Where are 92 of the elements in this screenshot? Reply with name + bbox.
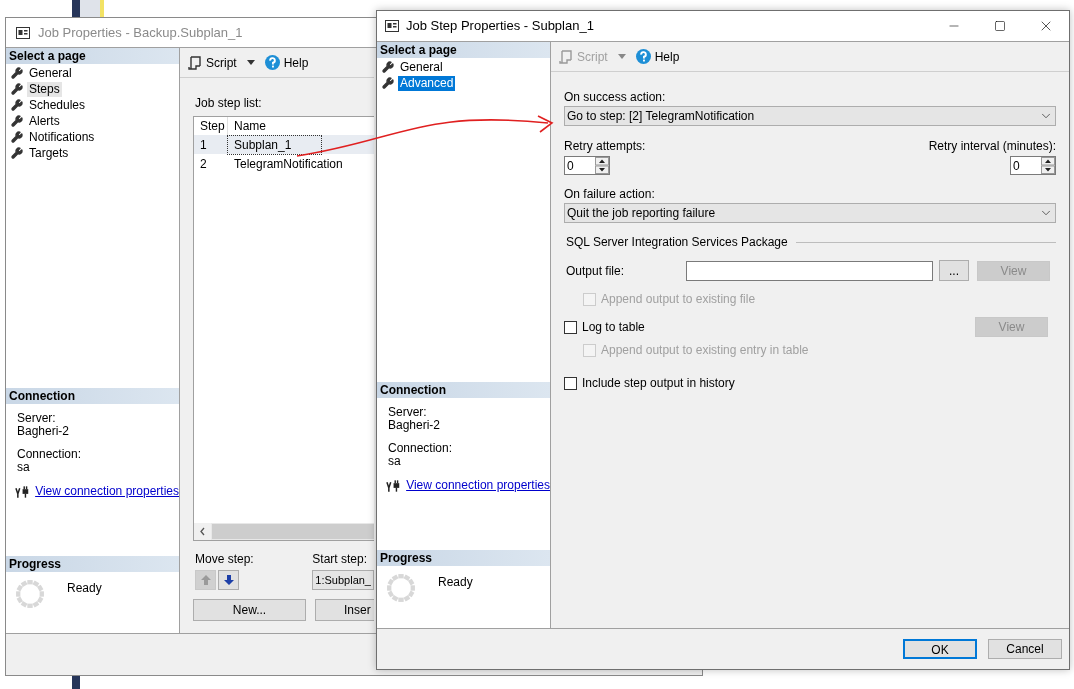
spin-arrows-icon[interactable] <box>595 157 609 174</box>
retry-interval-spinner[interactable]: 0 <box>1010 156 1056 175</box>
ok-button[interactable]: OK <box>903 639 977 659</box>
progress-spinner-icon <box>15 579 45 609</box>
connection-properties-link[interactable]: View connection properties <box>35 485 179 498</box>
connection-label: Connection: <box>388 442 454 455</box>
wrench-icon <box>11 99 23 111</box>
step-row[interactable]: 1 Subplan_1 <box>194 135 374 154</box>
wrench-icon <box>11 115 23 127</box>
page-item[interactable]: Schedules <box>27 97 88 113</box>
failure-action-label: On failure action: <box>564 186 656 203</box>
connection-user: sa <box>17 461 31 474</box>
server-label: Server: <box>17 412 57 425</box>
server-label: Server: <box>388 406 428 419</box>
plug-icon <box>15 485 31 498</box>
section-header: Select a page <box>377 42 550 58</box>
wrench-icon <box>11 83 23 95</box>
spin-arrows-icon[interactable] <box>1041 157 1055 174</box>
step-row[interactable]: 2 TelegramNotification <box>194 154 374 173</box>
section-header: Select a page <box>6 48 179 64</box>
move-down-button[interactable] <box>218 570 239 590</box>
wrench-icon <box>11 67 23 79</box>
connection-user: sa <box>388 455 402 468</box>
progress-status: Ready <box>438 574 473 591</box>
taskbar-edge-drawing <box>72 676 80 689</box>
output-file-label: Output file: <box>565 262 626 280</box>
section-header: Connection <box>6 388 179 404</box>
move-step-label: Move step: <box>195 552 254 566</box>
script-button[interactable]: Script <box>188 53 237 72</box>
page-item[interactable]: General <box>398 59 445 75</box>
page-item[interactable]: Notifications <box>27 129 97 145</box>
arrow-up-icon <box>200 575 211 585</box>
column-header[interactable]: Name <box>228 117 266 135</box>
success-action-dropdown[interactable]: Go to step: [2] TelegramNotification <box>564 106 1056 126</box>
checkbox[interactable] <box>564 320 577 334</box>
script-icon <box>188 55 202 70</box>
section-header: Progress <box>377 550 550 566</box>
output-file-field[interactable] <box>686 260 933 281</box>
server-name: Bagheri-2 <box>388 419 442 432</box>
dropdown-caret-icon[interactable] <box>246 60 255 65</box>
wrench-icon <box>382 77 394 89</box>
window-title: Job Step Properties - Subplan_1 <box>406 17 595 36</box>
scroll-left-icon[interactable] <box>194 523 211 540</box>
connection-label: Connection: <box>17 448 83 461</box>
table-cell: Subplan_1 <box>228 135 322 154</box>
arrow-down-icon <box>223 575 234 585</box>
new-button[interactable]: New... <box>193 599 306 621</box>
section-header: Progress <box>6 556 179 572</box>
window-title: Job Properties - Backup.Subplan_1 <box>38 23 243 42</box>
connection-properties-link[interactable]: View connection properties <box>406 479 550 492</box>
retry-attempts-label: Retry attempts: <box>564 138 646 155</box>
step-list-label: Job step list: <box>195 95 263 112</box>
wrench-icon <box>382 61 394 73</box>
script-icon <box>559 49 573 64</box>
page-item[interactable]: Advanced <box>398 75 456 91</box>
server-name: Bagheri-2 <box>17 425 71 438</box>
start-step-label: Start step: <box>312 552 368 566</box>
wrench-icon <box>11 147 23 159</box>
checkbox-label: Append output to existing entry in table <box>601 342 809 359</box>
page-item[interactable]: General <box>27 65 74 81</box>
window-icon <box>385 20 399 32</box>
page-item[interactable]: Steps <box>27 81 62 97</box>
checkbox-label: Append output to existing file <box>601 291 756 308</box>
horizontal-scrollbar[interactable] <box>194 523 374 540</box>
help-button[interactable]: Help <box>635 47 680 66</box>
cancel-button[interactable]: Cancel <box>988 639 1062 659</box>
help-icon <box>264 55 280 70</box>
section-header: Connection <box>377 382 550 398</box>
checkbox[interactable] <box>564 376 577 390</box>
success-action-label: On success action: <box>564 89 667 106</box>
checkbox-label: Log to table <box>582 319 645 336</box>
help-icon <box>635 49 651 64</box>
window-icon <box>16 26 30 39</box>
retry-interval-label: Retry interval (minutes): <box>928 138 1056 155</box>
plug-icon <box>386 479 402 492</box>
page-item[interactable]: Alerts <box>27 113 62 129</box>
progress-spinner-icon <box>386 573 416 603</box>
table-cell-text: TelegramNotification <box>233 155 344 173</box>
checkbox-label: Include step output in history <box>582 375 735 392</box>
browse-button[interactable]: ... <box>939 260 969 281</box>
insert-button[interactable]: Inser <box>315 599 374 621</box>
page-item[interactable]: Targets <box>27 145 71 161</box>
failure-action-dropdown[interactable]: Quit the job reporting failure <box>564 203 1056 223</box>
progress-status: Ready <box>67 580 102 597</box>
retry-attempts-spinner[interactable]: 0 <box>564 156 610 175</box>
table-cell-text: 1 <box>199 136 208 154</box>
table-cell-text: 2 <box>199 155 208 173</box>
wrench-icon <box>11 131 23 143</box>
maximize-icon <box>994 20 1006 32</box>
start-step-dropdown[interactable]: 1:Subplan_ <box>312 570 374 590</box>
group-title: SQL Server Integration Services Package <box>566 234 788 251</box>
help-button[interactable]: Help <box>264 53 309 72</box>
